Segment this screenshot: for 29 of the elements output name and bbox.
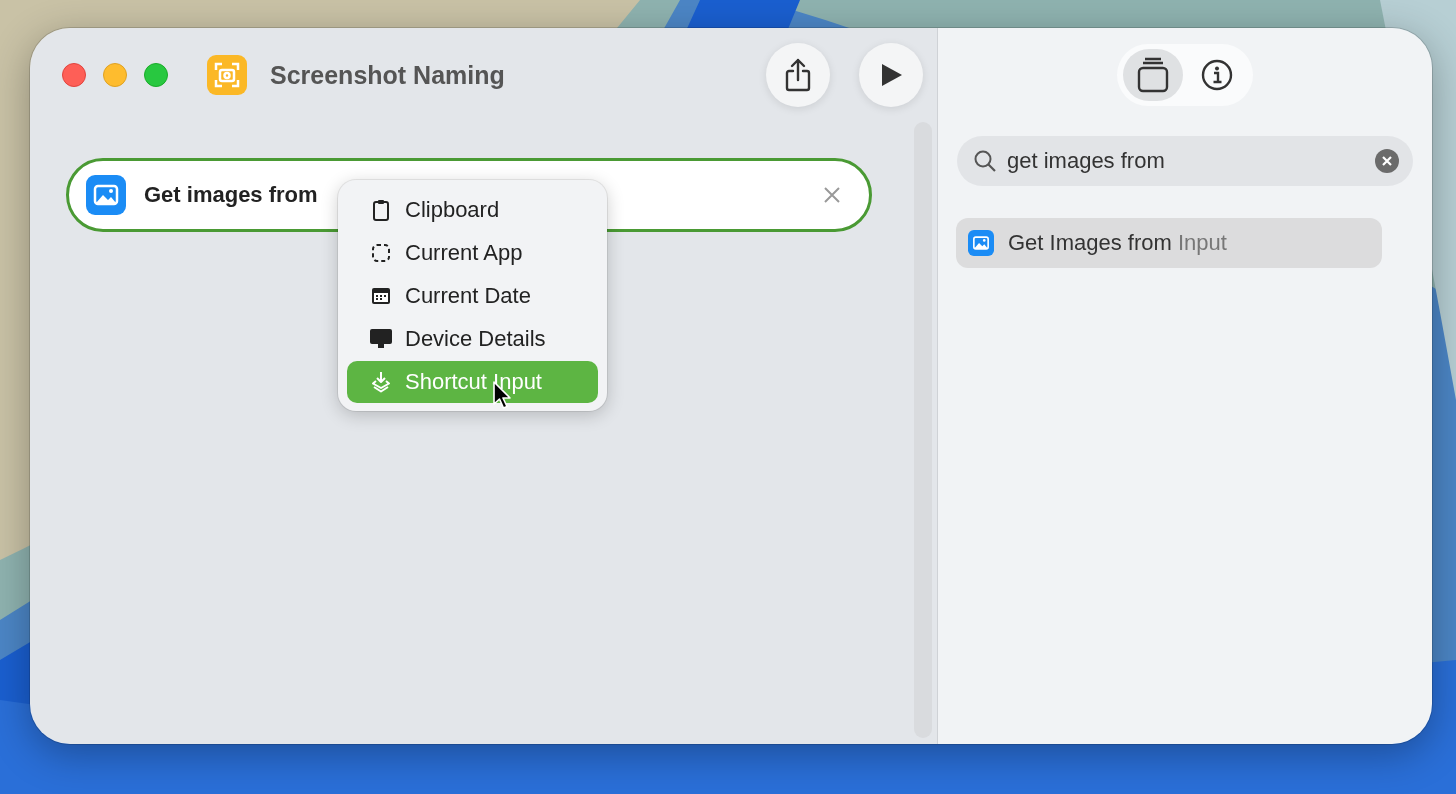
info-icon [1201, 59, 1233, 91]
photo-icon [86, 175, 126, 215]
share-button[interactable] [766, 43, 830, 107]
stack-icon [1137, 57, 1169, 93]
clipboard-icon [372, 199, 390, 221]
result-label: Get Images from Input [1008, 230, 1227, 256]
clear-icon[interactable] [1375, 149, 1399, 173]
photo-icon [968, 230, 994, 256]
app-icon [207, 55, 247, 95]
close-button[interactable] [62, 63, 86, 87]
window-title: Screenshot Naming [270, 60, 505, 90]
calendar-icon [371, 287, 391, 305]
monitor-icon [369, 328, 393, 350]
menu-item[interactable]: Clipboard [347, 189, 598, 231]
dashed-square-icon [371, 243, 391, 263]
action-result[interactable]: Get Images from Input [956, 218, 1382, 268]
search-icon [973, 149, 997, 173]
search-field[interactable]: get images from [957, 136, 1413, 186]
panel-tab[interactable] [1123, 49, 1183, 101]
layers-icon [371, 371, 391, 393]
close-icon[interactable] [823, 186, 841, 204]
share-icon [784, 58, 812, 92]
menu-item[interactable]: Current App [347, 232, 598, 274]
play-icon [879, 62, 903, 88]
run-button[interactable] [859, 43, 923, 107]
menu-item[interactable]: Device Details [347, 318, 598, 360]
search-input[interactable]: get images from [1007, 148, 1375, 174]
action-label: Get images from [144, 182, 318, 208]
menu-item[interactable]: Current Date [347, 275, 598, 317]
